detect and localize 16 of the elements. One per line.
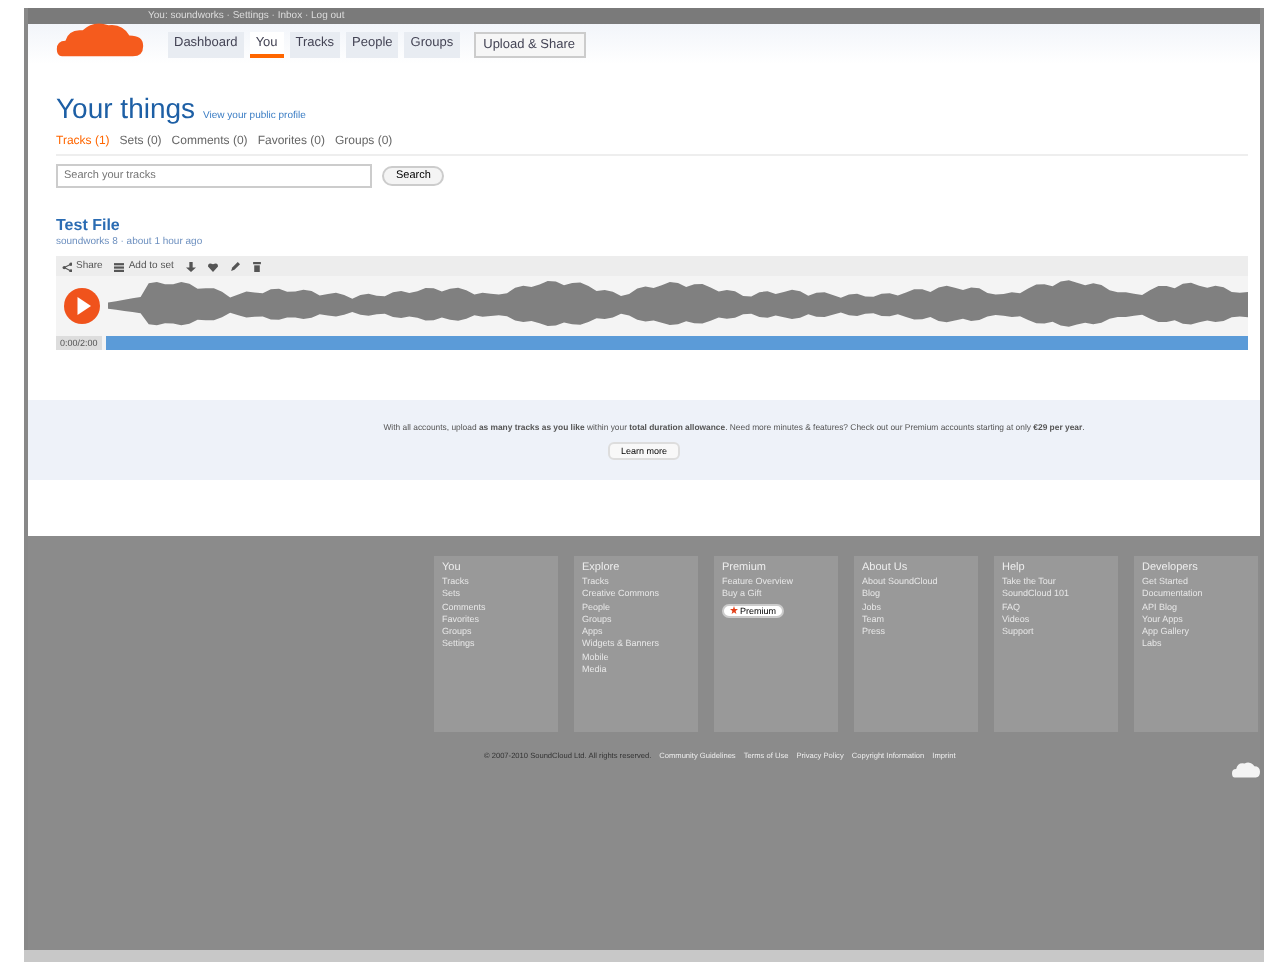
trash-icon	[251, 261, 262, 271]
pencil-icon	[229, 261, 240, 271]
favorite-button[interactable]	[207, 260, 218, 272]
track-title[interactable]: Test File	[56, 216, 1248, 234]
heart-icon	[207, 261, 218, 271]
cloud-logo-icon[interactable]	[56, 20, 144, 58]
edit-button[interactable]	[229, 260, 240, 272]
play-button[interactable]	[64, 288, 100, 324]
delete-button[interactable]	[251, 260, 262, 272]
list-icon	[114, 261, 125, 271]
share-icon	[62, 261, 72, 271]
star-icon	[730, 606, 738, 615]
waveform[interactable]	[108, 280, 1248, 332]
download-button[interactable]	[185, 260, 196, 272]
arrow-down-icon	[185, 261, 196, 271]
page-title: Your things	[56, 92, 196, 124]
